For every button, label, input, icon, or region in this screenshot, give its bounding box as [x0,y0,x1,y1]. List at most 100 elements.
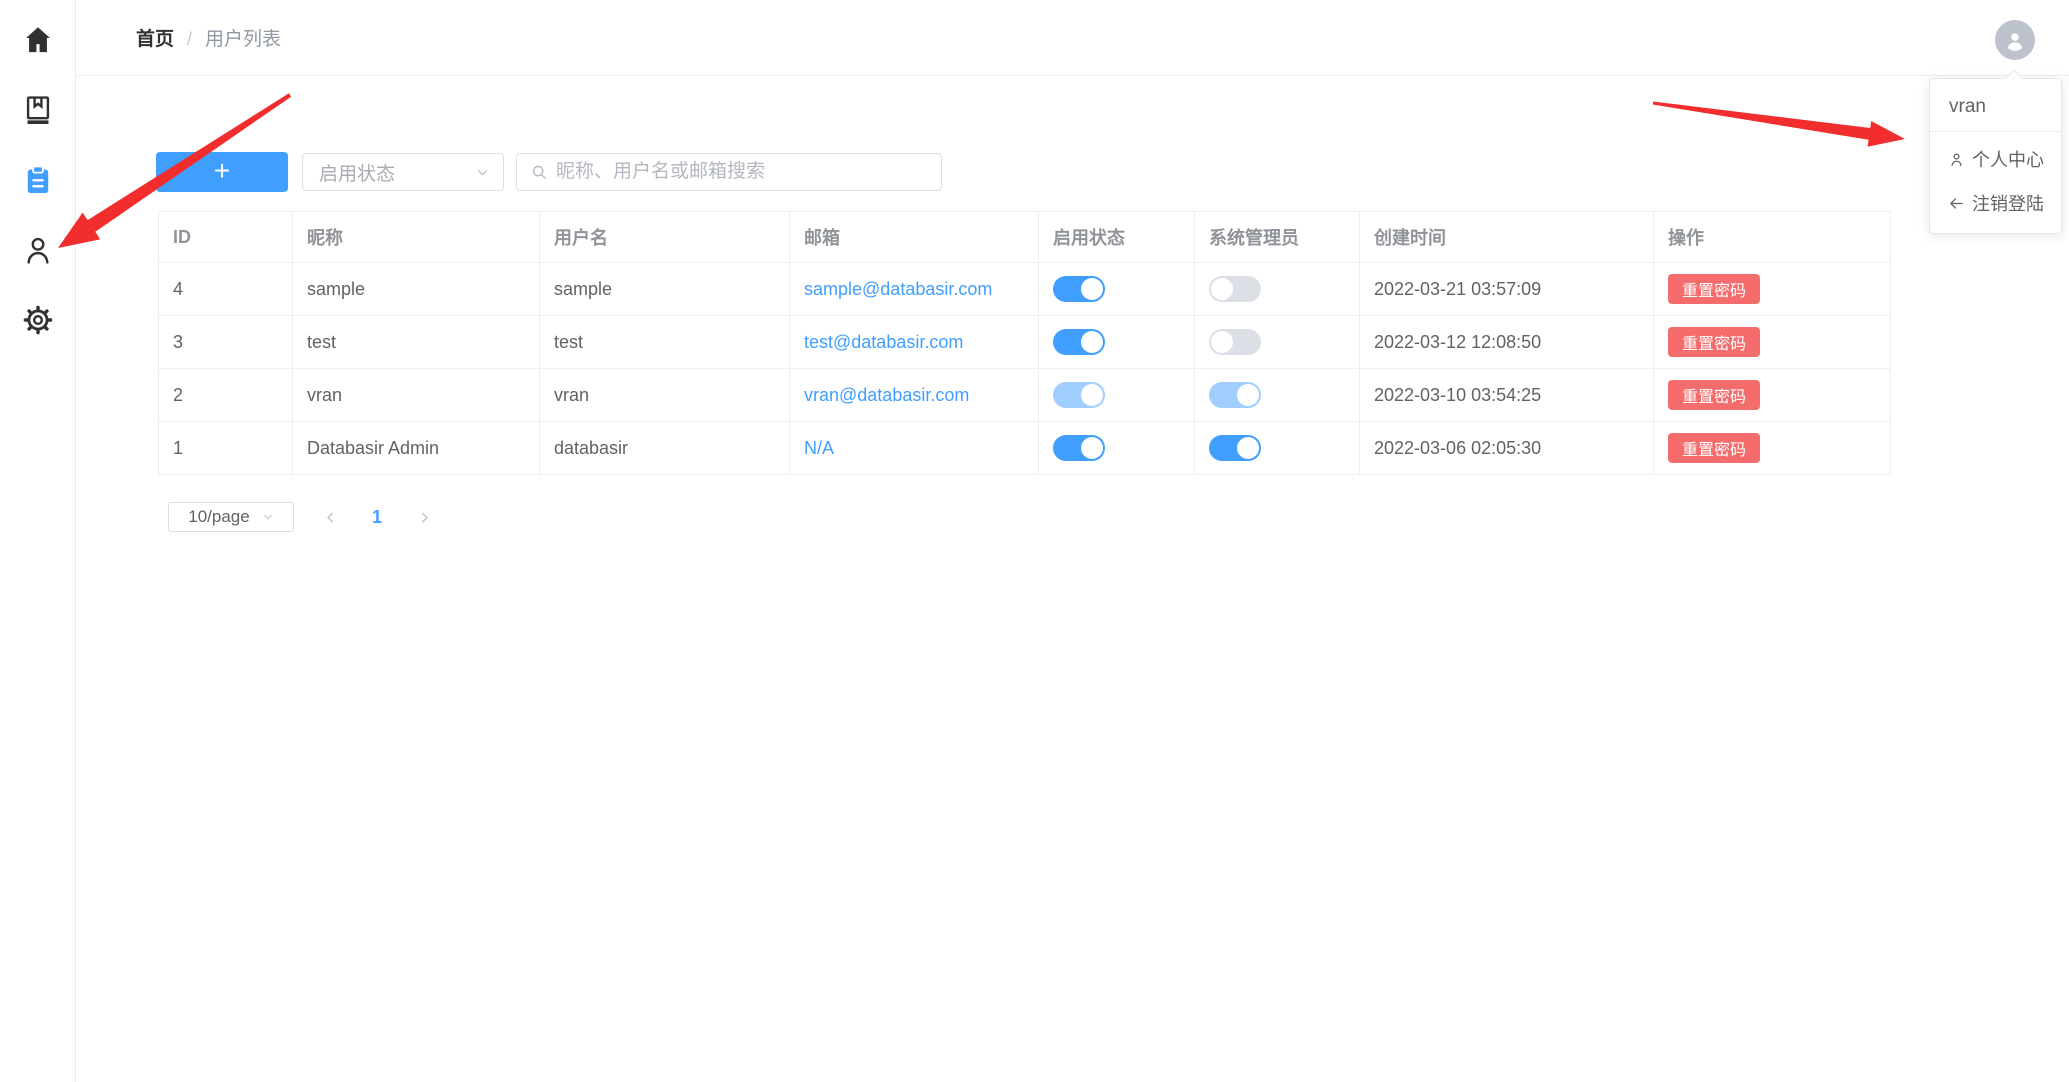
cell-actions: 重置密码 [1654,263,1891,316]
top-bar: 首页 / 用户列表 [76,0,2069,76]
cell-email: test@databasir.com [790,316,1039,369]
switch-knob [1081,384,1103,406]
chevron-right-icon [417,510,432,525]
cell-enabled [1039,263,1195,316]
home-icon [21,23,55,57]
switch-knob [1081,278,1103,300]
status-filter-placeholder: 启用状态 [319,159,475,186]
cell-email: N/A [790,422,1039,475]
next-page-button[interactable] [406,502,442,532]
admin-toggle[interactable] [1209,276,1261,302]
search-input[interactable] [556,161,927,183]
sidebar-item-home[interactable] [16,18,60,62]
menu-item-logout-label: 注销登陆 [1972,190,2044,216]
user-avatar-button[interactable] [1995,20,2035,60]
reset-password-button[interactable]: 重置密码 [1668,274,1760,304]
cell-admin [1195,369,1360,422]
breadcrumb-home-link[interactable]: 首页 [136,29,174,50]
dropdown-divider [1930,131,2061,132]
status-filter-select[interactable]: 启用状态 [302,153,504,191]
cell-enabled [1039,316,1195,369]
dropdown-username: vran [1930,85,2061,131]
cell-id: 4 [159,263,293,316]
email-link[interactable]: vran@databasir.com [804,385,969,405]
cell-created-at: 2022-03-06 02:05:30 [1360,422,1654,475]
admin-toggle[interactable] [1209,382,1261,408]
column-header-0: ID [159,212,293,263]
table-row: 1Databasir Admindatabasir N/A 2022-03-06 0… [159,422,1891,475]
column-header-2: 用户名 [540,212,790,263]
admin-toggle[interactable] [1209,329,1261,355]
switch-knob [1211,278,1233,300]
cell-created-at: 2022-03-21 03:57:09 [1360,263,1654,316]
prev-page-button[interactable] [312,502,348,532]
enabled-toggle[interactable] [1053,435,1105,461]
reset-password-button[interactable]: 重置密码 [1668,380,1760,410]
search-field [516,153,942,191]
email-link[interactable]: test@databasir.com [804,332,963,352]
book-icon [21,93,55,127]
switch-knob [1237,384,1259,406]
chevron-down-icon [262,511,274,523]
cell-created-at: 2022-03-10 03:54:25 [1360,369,1654,422]
table-row: 4samplesamplesample@databasir.com2022-03… [159,263,1891,316]
cell-username: sample [540,263,790,316]
pagination: 10/page 1 [168,502,442,532]
menu-item-profile-label: 个人中心 [1972,146,2044,172]
page-number-current[interactable]: 1 [354,507,400,528]
sidebar-item-tasks-active[interactable] [16,158,60,202]
sidebar [0,0,76,1082]
add-user-button[interactable]: + [156,152,288,192]
cell-nickname: vran [293,369,540,422]
column-header-6: 创建时间 [1360,212,1654,263]
cell-enabled [1039,422,1195,475]
table-row: 2vranvranvran@databasir.com2022-03-10 03… [159,369,1891,422]
column-header-5: 系统管理员 [1195,212,1360,263]
enabled-toggle[interactable] [1053,329,1105,355]
sidebar-item-settings[interactable] [16,298,60,342]
cell-nickname: Databasir Admin [293,422,540,475]
cell-email: sample@databasir.com [790,263,1039,316]
table-row: 3testtesttest@databasir.com2022-03-12 12… [159,316,1891,369]
cell-nickname: sample [293,263,540,316]
menu-item-profile[interactable]: 个人中心 [1930,137,2061,181]
column-header-7: 操作 [1654,212,1891,263]
cell-actions: 重置密码 [1654,422,1891,475]
chevron-down-icon [475,165,490,180]
sidebar-item-users[interactable] [16,228,60,272]
reset-password-button[interactable]: 重置密码 [1668,327,1760,357]
cell-actions: 重置密码 [1654,316,1891,369]
cell-id: 3 [159,316,293,369]
table-header-row: ID昵称用户名邮箱启用状态系统管理员创建时间操作 [159,212,1891,263]
breadcrumb-current-page: 用户列表 [205,29,281,50]
reset-password-button[interactable]: 重置密码 [1668,433,1760,463]
annotation-arrow-to-user-menu [1653,102,1905,147]
search-icon [530,163,548,181]
breadcrumb-separator: / [187,29,192,49]
cell-actions: 重置密码 [1654,369,1891,422]
cell-email: vran@databasir.com [790,369,1039,422]
admin-toggle[interactable] [1209,435,1261,461]
enabled-toggle[interactable] [1053,276,1105,302]
avatar-person-icon [2002,27,2028,53]
enabled-toggle[interactable] [1053,382,1105,408]
switch-knob [1211,331,1233,353]
cell-username: databasir [540,422,790,475]
sidebar-item-documents[interactable] [16,88,60,132]
cell-admin [1195,263,1360,316]
menu-item-logout[interactable]: 注销登陆 [1930,181,2061,225]
person-outline-icon [1948,151,1965,168]
cell-id: 1 [159,422,293,475]
cell-username: test [540,316,790,369]
cell-id: 2 [159,369,293,422]
column-header-1: 昵称 [293,212,540,263]
gear-icon [21,303,55,337]
page-size-select[interactable]: 10/page [168,502,294,532]
chevron-left-icon [323,510,338,525]
breadcrumb: 首页 / 用户列表 [136,24,281,51]
cell-created-at: 2022-03-12 12:08:50 [1360,316,1654,369]
email-link[interactable]: sample@databasir.com [804,279,992,299]
cell-admin [1195,422,1360,475]
table-body: 4samplesamplesample@databasir.com2022-03… [159,263,1891,475]
email-link[interactable]: N/A [804,438,834,458]
